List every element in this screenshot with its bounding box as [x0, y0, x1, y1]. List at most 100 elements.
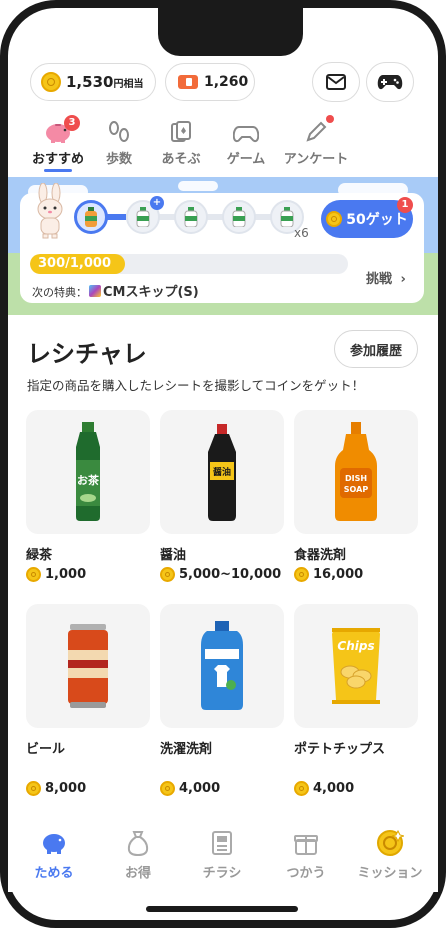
get-coins-label: 50ゲット [346, 212, 408, 228]
nav-label: チラシ [202, 866, 242, 881]
product-image [26, 604, 150, 728]
coin-icon [26, 567, 41, 582]
product-price: 1,000 [26, 567, 150, 582]
soap-label-line1: DISH [345, 474, 367, 483]
mail-icon [326, 74, 346, 90]
mission-step-2: + [126, 196, 164, 234]
active-tab-indicator [44, 169, 72, 172]
product-card-soy-sauce[interactable]: 醤油 醤油 5,000~10,000 [160, 410, 284, 582]
gamepad-icon [233, 126, 259, 143]
product-price-value: 8,000 [45, 781, 87, 796]
nav-flyers[interactable]: チラシ [180, 828, 264, 881]
tab-play[interactable]: あそぶ [146, 118, 216, 167]
mission-steps: + [74, 196, 314, 240]
product-price-value: 4,000 [179, 781, 221, 796]
mission-coin-icon [377, 829, 404, 856]
dish-soap-bottle-icon: DISH SOAP [335, 422, 377, 521]
product-name: ビール [26, 742, 66, 757]
next-perk: 次の特典： CMスキップ(S) [32, 281, 199, 300]
coin-icon [294, 567, 309, 582]
tab-label: おすすめ [31, 152, 84, 167]
nav-label: お得 [124, 866, 151, 881]
product-price-value: 16,000 [313, 567, 364, 582]
tab-game[interactable]: ゲーム [211, 118, 281, 167]
bottle-icon [136, 207, 150, 227]
product-card-green-tea[interactable]: お茶 緑茶 1,000 [26, 410, 150, 582]
next-perk-label: 次の特典： [32, 286, 87, 299]
cloud-decoration [178, 181, 218, 191]
green-tea-bottle-icon: お茶 [76, 422, 100, 521]
tea-bottle-label: お茶 [77, 473, 100, 487]
product-price: 4,000 [294, 781, 418, 796]
nav-save[interactable]: ためる [12, 828, 96, 881]
product-name: 醤油 [160, 548, 187, 563]
mail-button[interactable] [312, 62, 360, 102]
money-bag-icon [127, 831, 149, 856]
nav-label: ためる [34, 866, 74, 881]
chips-bag-label: Chips [337, 639, 374, 653]
tab-survey[interactable]: アンケート [281, 115, 351, 167]
next-perk-value: CMスキップ(S) [103, 285, 199, 300]
nav-deals[interactable]: お得 [96, 828, 180, 881]
cards-icon [171, 121, 191, 142]
bottle-icon [184, 207, 198, 227]
mission-progress-text: 300/1,000 [38, 256, 112, 271]
coin-icon [160, 781, 175, 796]
product-name: ポテトチップス [294, 742, 386, 757]
bottle-icon [85, 207, 97, 227]
piggy-bank-icon [43, 834, 65, 854]
bottom-navigation: ためる お得 チラシ つかう ミッション [8, 822, 438, 892]
product-card-potato-chips[interactable]: Chips ポテトチップス 4,000 [294, 604, 418, 796]
beer-can-icon [68, 624, 108, 708]
product-card-dish-soap[interactable]: DISH SOAP 食器洗剤 16,000 [294, 410, 418, 582]
nav-label: つかう [286, 866, 326, 881]
gift-icon [294, 835, 318, 855]
plus-icon: + [150, 196, 164, 210]
product-price-value: 5,000~10,000 [179, 567, 282, 582]
product-card-beer[interactable]: ビール 8,000 [26, 604, 150, 796]
cm-skip-icon [89, 285, 101, 297]
ticket-balance-pill[interactable]: 1,260 [165, 63, 255, 101]
repeat-count: x6 [294, 226, 309, 240]
product-name: 食器洗剤 [294, 548, 347, 563]
tab-label: あそぶ [161, 152, 201, 167]
laundry-detergent-icon [201, 621, 243, 710]
product-name: 緑茶 [26, 548, 53, 563]
game-button[interactable] [366, 62, 414, 102]
ticket-balance-value: 1,260 [204, 74, 249, 90]
nav-use[interactable]: つかう [264, 828, 348, 881]
rabbit-mascot-icon [37, 183, 63, 239]
pencil-icon [306, 121, 327, 142]
bottle-icon [280, 207, 294, 227]
section-title: レシチャレ [27, 340, 147, 368]
soap-label-line2: SOAP [344, 485, 369, 494]
mission-step-4 [222, 200, 256, 234]
section-description: 指定の商品を購入したレシートを撮影してコインをゲット！ [27, 378, 365, 393]
nav-mission[interactable]: ミッション [348, 828, 432, 881]
nav-label: ミッション [357, 866, 423, 881]
product-image: DISH SOAP [294, 410, 418, 534]
coin-balance-pill[interactable]: 1,530 円相当 [30, 63, 156, 101]
gamepad-icon [377, 75, 403, 90]
footsteps-icon [109, 121, 129, 142]
history-button[interactable]: 参加履歴 [334, 330, 418, 368]
product-price-value: 1,000 [45, 567, 87, 582]
product-image [160, 604, 284, 728]
category-tabs: おすすめ 3 歩数 あそぶ ゲーム アンケート [28, 115, 418, 174]
product-image: Chips [294, 604, 418, 728]
tab-recommended[interactable]: おすすめ 3 [23, 115, 93, 172]
tab-steps[interactable]: 歩数 [84, 118, 154, 167]
challenge-link[interactable]: 挑戦 › [366, 268, 406, 287]
product-card-laundry-detergent[interactable]: 洗濯洗剤 4,000 [160, 604, 284, 796]
coin-icon [160, 567, 175, 582]
coin-icon [326, 211, 343, 227]
chevron-right-icon: › [400, 272, 406, 287]
mission-step-1 [74, 200, 108, 234]
coin-balance-value: 1,530 [66, 73, 114, 91]
potato-chips-bag-icon: Chips [332, 628, 380, 704]
tab-badge: 3 [64, 115, 80, 131]
home-indicator [146, 906, 298, 912]
coin-icon [41, 72, 61, 92]
mission-step-3 [174, 200, 208, 234]
bottle-icon [232, 207, 246, 227]
